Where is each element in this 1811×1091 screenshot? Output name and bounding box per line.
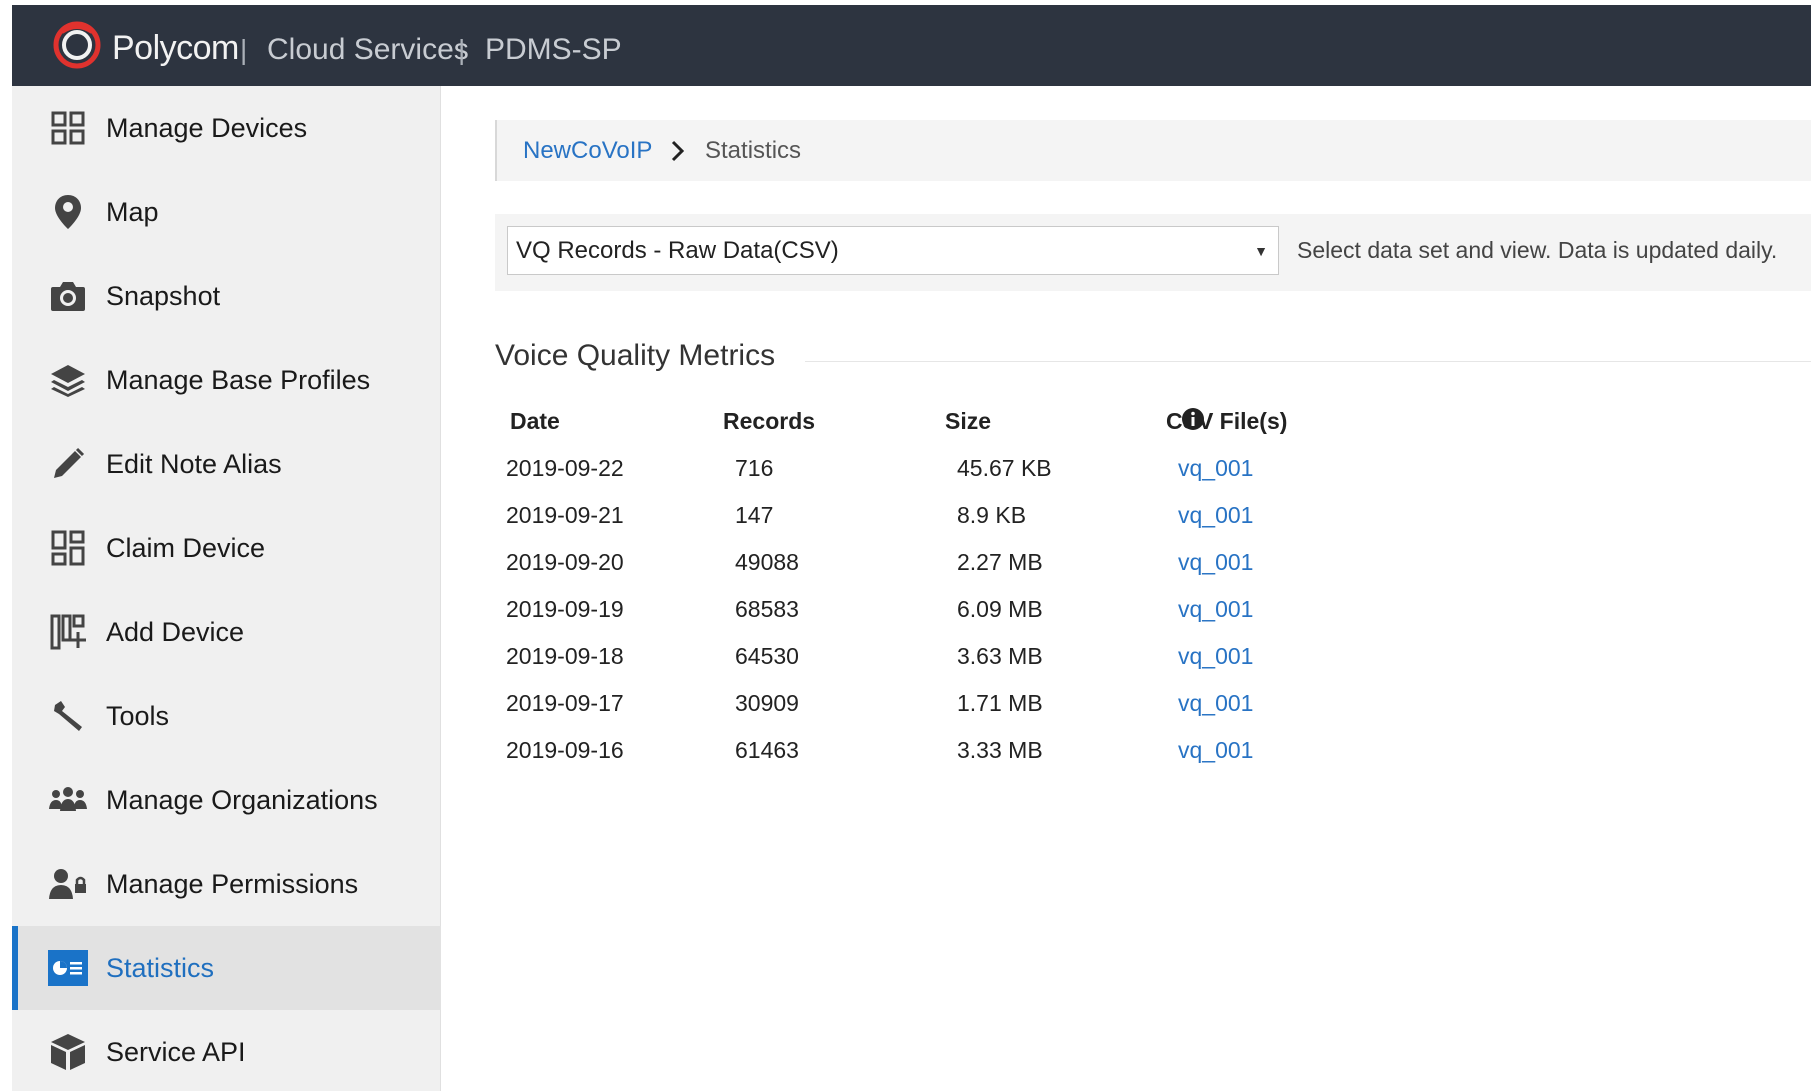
sidebar-item-label: Manage Organizations: [106, 784, 378, 815]
cell-date: 2019-09-22: [506, 455, 624, 481]
breadcrumb: NewCoVoIP Statistics: [495, 120, 1811, 181]
csv-file-link[interactable]: vq_001: [1178, 549, 1253, 576]
polycom-logo-icon[interactable]: [52, 20, 102, 70]
sidebar-item-manage-permissions[interactable]: Manage Permissions: [12, 842, 441, 926]
breadcrumb-link-newcovoip[interactable]: NewCoVoIP: [523, 137, 652, 165]
info-icon[interactable]: [1181, 407, 1205, 431]
csv-file-link[interactable]: vq_001: [1178, 502, 1253, 529]
layers-icon: [46, 358, 90, 402]
column-header-date: Date: [510, 408, 560, 434]
cell-records: 49088: [735, 549, 799, 575]
map-pin-icon: [46, 190, 90, 234]
active-indicator: [12, 926, 18, 1010]
section-title: Voice Quality Metrics: [495, 339, 776, 372]
sidebar-item-label: Map: [106, 196, 159, 227]
sidebar-item-service-api[interactable]: Service API: [12, 1010, 441, 1091]
sidebar-item-label: Tools: [106, 700, 170, 731]
cell-size: 6.09 MB: [957, 596, 1043, 622]
sidebar-item-snapshot[interactable]: Snapshot: [12, 254, 441, 338]
dataset-select-value: VQ Records - Raw Data(CSV): [516, 237, 839, 264]
column-header-records: Records: [723, 408, 816, 434]
cell-size: 3.33 MB: [957, 737, 1043, 763]
sidebar-item-label: Manage Permissions: [106, 868, 359, 899]
claim-grid-icon: [46, 526, 90, 570]
dropdown-arrow-icon[interactable]: ▼: [1254, 243, 1268, 259]
cell-records: 61463: [735, 737, 799, 763]
cell-size: 2.27 MB: [957, 549, 1043, 575]
grid-icon: [46, 106, 90, 150]
sidebar-item-edit-note-alias[interactable]: Edit Note Alias: [12, 422, 441, 506]
sidebar-item-label: Service API: [106, 1036, 246, 1067]
cell-date: 2019-09-17: [506, 690, 624, 716]
wrench-icon: [46, 694, 90, 738]
cell-records: 147: [735, 502, 774, 528]
pencil-icon: [46, 442, 90, 486]
sidebar-item-label: Manage Devices: [106, 112, 308, 143]
header-separator: |: [458, 34, 466, 65]
sidebar-item-label: Edit Note Alias: [106, 448, 282, 479]
sidebar-item-label: Snapshot: [106, 280, 221, 311]
top-bar: Polycom | Cloud Services | PDMS-SP: [12, 5, 1811, 86]
product-name[interactable]: Cloud Services: [267, 33, 469, 67]
user-lock-icon: [46, 862, 90, 906]
csv-file-link[interactable]: vq_001: [1178, 596, 1253, 623]
cell-size: 8.9 KB: [957, 502, 1027, 528]
sidebar-item-label: Add Device: [106, 616, 245, 647]
header-separator: |: [240, 34, 248, 65]
tenant-name[interactable]: PDMS-SP: [485, 33, 622, 67]
cell-records: 30909: [735, 690, 799, 716]
chevron-right-icon: [671, 140, 685, 162]
sidebar-item-tools[interactable]: Tools: [12, 674, 441, 758]
csv-file-link[interactable]: vq_001: [1178, 737, 1253, 764]
camera-icon: [46, 274, 90, 318]
cell-date: 2019-09-20: [506, 549, 624, 575]
cube-icon: [46, 1030, 90, 1074]
cell-size: 3.63 MB: [957, 643, 1043, 669]
cell-date: 2019-09-16: [506, 737, 624, 763]
sidebar-item-manage-devices[interactable]: Manage Devices: [12, 86, 441, 170]
csv-file-link[interactable]: vq_001: [1178, 455, 1253, 482]
dataset-selector-row: VQ Records - Raw Data(CSV) ▼ Select data…: [495, 214, 1811, 291]
sidebar-item-manage-base-profiles[interactable]: Manage Base Profiles: [12, 338, 441, 422]
sidebar-item-label: Manage Base Profiles: [106, 364, 371, 395]
sidebar-item-add-device[interactable]: Add Device: [12, 590, 441, 674]
cell-records: 64530: [735, 643, 799, 669]
csv-file-link[interactable]: vq_001: [1178, 643, 1253, 670]
section-divider: [805, 361, 1811, 362]
app-window: Polycom | Cloud Services | PDMS-SP Manag…: [12, 5, 1811, 1091]
add-device-icon: [46, 610, 90, 654]
main-content: NewCoVoIP Statistics VQ Records - Raw Da…: [442, 86, 1811, 1091]
cell-date: 2019-09-19: [506, 596, 624, 622]
column-header-size: Size: [945, 408, 992, 434]
dataset-hint: Select data set and view. Data is update…: [1297, 237, 1778, 263]
sidebar-item-manage-organizations[interactable]: Manage Organizations: [12, 758, 441, 842]
cell-records: 68583: [735, 596, 799, 622]
brand-name[interactable]: Polycom: [112, 29, 239, 68]
sidebar-item-claim-device[interactable]: Claim Device: [12, 506, 441, 590]
csv-file-link[interactable]: vq_001: [1178, 690, 1253, 717]
cell-size: 1.71 MB: [957, 690, 1043, 716]
sidebar-item-map[interactable]: Map: [12, 170, 441, 254]
people-group-icon: [46, 778, 90, 822]
sidebar-item-label: Claim Device: [106, 532, 266, 563]
sidebar-item-statistics[interactable]: Statistics: [12, 926, 441, 1010]
statistics-card-icon: [46, 946, 90, 990]
cell-date: 2019-09-18: [506, 643, 624, 669]
cell-records: 716: [735, 455, 774, 481]
cell-size: 45.67 KB: [957, 455, 1052, 481]
sidebar: Manage Devices Map Snapshot Manage Base …: [12, 86, 441, 1091]
breadcrumb-current: Statistics: [705, 137, 802, 164]
sidebar-item-label: Statistics: [106, 952, 215, 983]
dataset-select[interactable]: VQ Records - Raw Data(CSV) ▼: [507, 226, 1279, 275]
cell-date: 2019-09-21: [506, 502, 624, 528]
